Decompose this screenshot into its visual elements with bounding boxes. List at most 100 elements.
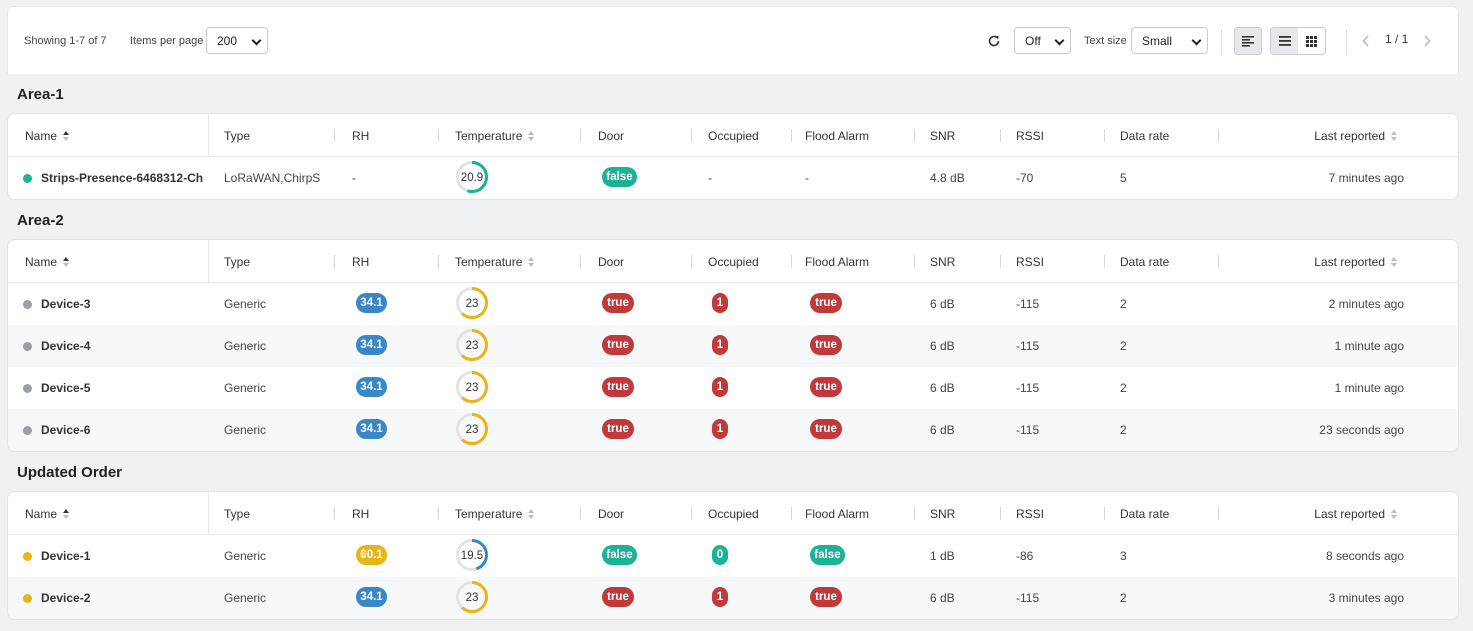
column-header-type[interactable]: Type bbox=[224, 255, 250, 269]
rh-badge: 34.1 bbox=[356, 377, 387, 397]
flood-alarm-badge: true bbox=[810, 419, 842, 439]
flood-alarm-value: - bbox=[805, 171, 809, 185]
column-header-door[interactable]: Door bbox=[598, 507, 624, 521]
text-size-value: Small bbox=[1142, 34, 1173, 48]
column-header-flood[interactable]: Flood Alarm bbox=[805, 507, 869, 521]
sort-icon bbox=[63, 131, 70, 142]
column-header-name[interactable]: Name bbox=[25, 255, 70, 269]
group-title: Area-1 bbox=[17, 86, 64, 103]
column-header-rssi[interactable]: RSSI bbox=[1016, 507, 1044, 521]
table-row[interactable]: Device-4 Generic 34.1 23 true 1 true 6 dB -115… bbox=[8, 325, 1458, 367]
device-name[interactable]: Device-3 bbox=[41, 297, 90, 311]
table-header: Name Type RH Temperature Door Occupied Flood A… bbox=[8, 492, 1458, 535]
column-header-temperature[interactable]: Temperature bbox=[455, 255, 535, 269]
toolbar: Showing 1-7 of 7 Items per page 200 Off … bbox=[7, 6, 1459, 74]
column-divider bbox=[438, 129, 439, 142]
rssi-value: -70 bbox=[1016, 171, 1034, 185]
table-row[interactable]: Strips-Presence-6468312-Ch LoRaWAN,ChirpS… bbox=[8, 157, 1458, 199]
door-badge: true bbox=[602, 419, 634, 439]
column-divider bbox=[208, 492, 209, 535]
list-view-icon[interactable] bbox=[1271, 28, 1298, 54]
table-header: Name Type RH Temperature Door Occupied Flood A… bbox=[8, 240, 1458, 283]
status-dot bbox=[23, 594, 32, 603]
align-toggle bbox=[1234, 27, 1262, 55]
items-per-page-select[interactable]: 200 bbox=[206, 27, 268, 54]
column-header-datarate[interactable]: Data rate bbox=[1120, 129, 1169, 143]
column-divider bbox=[1218, 255, 1219, 268]
showing-count: Showing 1-7 of 7 bbox=[24, 35, 107, 47]
column-divider bbox=[791, 507, 792, 520]
column-header-datarate[interactable]: Data rate bbox=[1120, 255, 1169, 269]
column-header-snr[interactable]: SNR bbox=[930, 507, 955, 521]
table-row[interactable]: Device-5 Generic 34.1 23 true 1 true 6 dB -115… bbox=[8, 367, 1458, 409]
flood-alarm-badge: true bbox=[810, 335, 842, 355]
column-header-name[interactable]: Name bbox=[25, 507, 70, 521]
items-per-page-label: Items per page bbox=[130, 35, 204, 47]
column-header-temperature[interactable]: Temperature bbox=[455, 129, 535, 143]
column-header-flood[interactable]: Flood Alarm bbox=[805, 255, 869, 269]
text-size-select[interactable]: Small bbox=[1131, 27, 1208, 54]
column-header-snr[interactable]: SNR bbox=[930, 129, 955, 143]
auto-refresh-select[interactable]: Off bbox=[1014, 27, 1071, 54]
table-row[interactable]: Device-2 Generic 34.1 23 true 1 true 6 dB -115… bbox=[8, 577, 1458, 619]
align-left-icon[interactable] bbox=[1235, 28, 1261, 54]
column-header-rssi[interactable]: RSSI bbox=[1016, 129, 1044, 143]
column-header-occupied[interactable]: Occupied bbox=[708, 129, 759, 143]
device-name[interactable]: Strips-Presence-6468312-Ch bbox=[41, 171, 203, 185]
refresh-icon[interactable] bbox=[984, 31, 1004, 51]
device-table: Name Type RH Temperature Door Occupied Flood A… bbox=[7, 113, 1459, 200]
table-row[interactable]: Device-3 Generic 34.1 23 true 1 true 6 dB -115… bbox=[8, 283, 1458, 325]
page-indicator: 1 / 1 bbox=[1385, 32, 1409, 46]
temperature-gauge: 23 bbox=[456, 581, 488, 613]
column-header-datarate[interactable]: Data rate bbox=[1120, 507, 1169, 521]
rh-badge: 34.1 bbox=[356, 335, 387, 355]
column-header-type[interactable]: Type bbox=[224, 507, 250, 521]
temperature-value: 23 bbox=[466, 592, 479, 604]
table-row[interactable]: Device-1 Generic 60.1 19.5 false 0 false 1 dB… bbox=[8, 535, 1458, 577]
prev-page-icon[interactable] bbox=[1360, 34, 1372, 48]
column-divider bbox=[208, 114, 209, 157]
flood-alarm-badge: true bbox=[810, 587, 842, 607]
device-type: Generic bbox=[224, 339, 267, 353]
column-header-rssi[interactable]: RSSI bbox=[1016, 255, 1044, 269]
column-header-rh[interactable]: RH bbox=[352, 129, 369, 143]
device-type: Generic bbox=[224, 423, 267, 437]
column-header-last[interactable]: Last reported bbox=[1314, 255, 1398, 269]
data-rate-value: 5 bbox=[1120, 171, 1127, 185]
temperature-gauge: 19.5 bbox=[456, 539, 488, 571]
device-type: Generic bbox=[224, 381, 267, 395]
column-header-flood[interactable]: Flood Alarm bbox=[805, 129, 869, 143]
device-name[interactable]: Device-1 bbox=[41, 549, 90, 563]
column-divider bbox=[691, 507, 692, 520]
column-header-temperature[interactable]: Temperature bbox=[455, 507, 535, 521]
grid-view-icon[interactable] bbox=[1298, 28, 1325, 54]
column-header-snr[interactable]: SNR bbox=[930, 255, 955, 269]
column-header-name[interactable]: Name bbox=[25, 129, 70, 143]
device-name[interactable]: Device-6 bbox=[41, 423, 90, 437]
door-badge: false bbox=[602, 167, 637, 187]
column-header-door[interactable]: Door bbox=[598, 129, 624, 143]
column-divider bbox=[1104, 255, 1105, 268]
column-header-occupied[interactable]: Occupied bbox=[708, 255, 759, 269]
toolbar-divider bbox=[1346, 29, 1347, 55]
temperature-value: 20.9 bbox=[461, 172, 483, 184]
column-header-type[interactable]: Type bbox=[224, 129, 250, 143]
column-header-last[interactable]: Last reported bbox=[1314, 507, 1398, 521]
data-rate-value: 3 bbox=[1120, 549, 1127, 563]
column-header-rh[interactable]: RH bbox=[352, 507, 369, 521]
status-dot bbox=[23, 300, 32, 309]
device-name[interactable]: Device-2 bbox=[41, 591, 90, 605]
rh-badge: 34.1 bbox=[356, 419, 387, 439]
column-header-occupied[interactable]: Occupied bbox=[708, 507, 759, 521]
column-divider bbox=[1218, 507, 1219, 520]
device-table: Name Type RH Temperature Door Occupied Flood A… bbox=[7, 491, 1459, 620]
device-name[interactable]: Device-4 bbox=[41, 339, 90, 353]
table-row[interactable]: Device-6 Generic 34.1 23 true 1 true 6 dB -115… bbox=[8, 409, 1458, 451]
occupied-badge: 1 bbox=[712, 377, 728, 397]
column-header-last[interactable]: Last reported bbox=[1314, 129, 1398, 143]
device-name[interactable]: Device-5 bbox=[41, 381, 90, 395]
column-divider bbox=[1000, 507, 1001, 520]
next-page-icon[interactable] bbox=[1421, 34, 1433, 48]
column-header-rh[interactable]: RH bbox=[352, 255, 369, 269]
column-header-door[interactable]: Door bbox=[598, 255, 624, 269]
